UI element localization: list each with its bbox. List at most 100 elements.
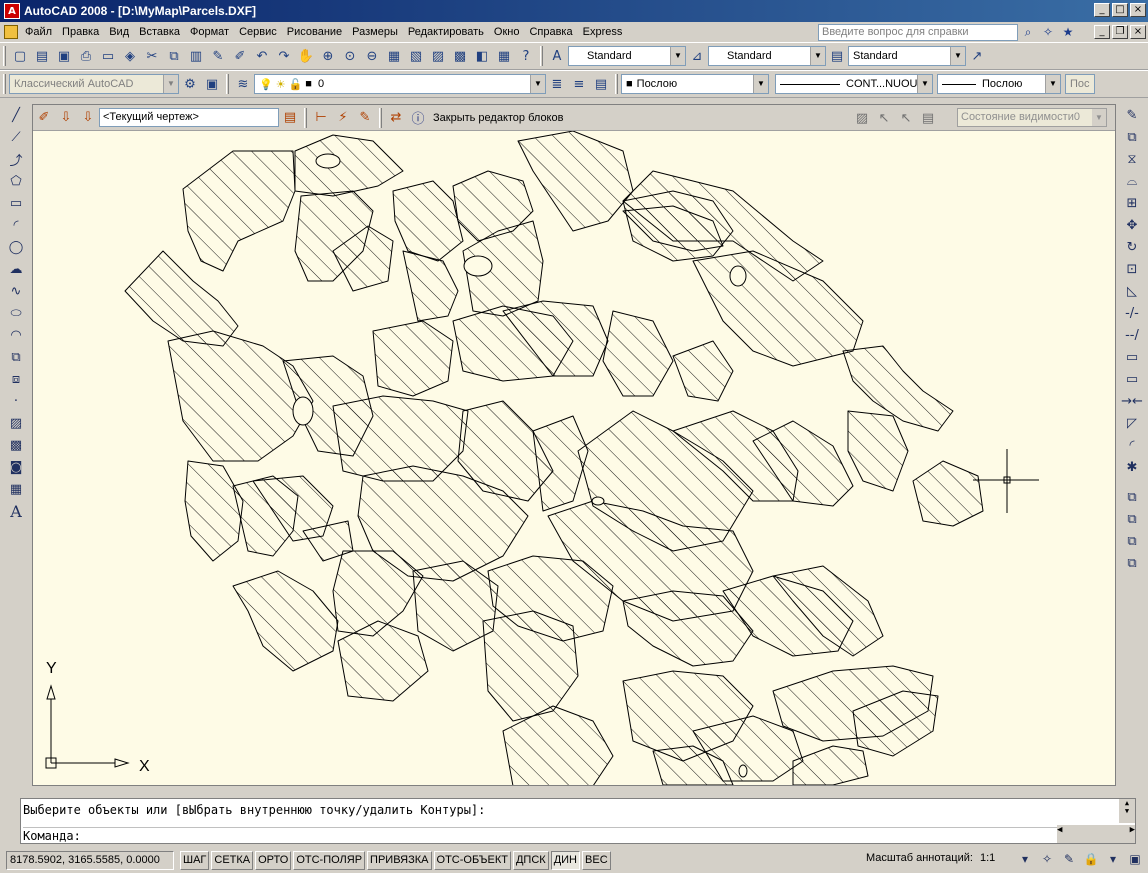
undo-icon[interactable]: ↶ [251, 45, 273, 67]
ellipse-arc-icon[interactable]: ◠ [5, 324, 27, 346]
close-button[interactable]: × [1130, 3, 1146, 17]
command-hscrollbar[interactable]: ◀ ▶ [1057, 825, 1135, 843]
move-icon[interactable]: ✥ [1121, 214, 1143, 236]
zoom-realtime-icon[interactable]: ⊕ [317, 45, 339, 67]
stretch-icon[interactable]: ◺ [1121, 280, 1143, 302]
point-icon[interactable]: · [5, 390, 27, 412]
chevron-down-icon[interactable]: ▼ [950, 47, 965, 65]
drawing-area[interactable]: ✐ ⇩ ⇩ <Текущий чертеж> ▤ ⊢ ⚡ ✎ ⇄ ⓘ Закры… [32, 104, 1116, 786]
layer-manager-icon[interactable]: ≋ [232, 73, 254, 95]
annotation-scale-value[interactable]: 1:1 [980, 852, 995, 864]
chevron-down-icon[interactable]: ▼ [670, 47, 685, 65]
draw-order-front-icon[interactable]: ⧉ [1121, 486, 1143, 508]
update-icon[interactable]: ⇄ [385, 107, 407, 129]
layer-previous-icon[interactable]: ≡ [568, 73, 590, 95]
explode-icon[interactable]: ✱ [1121, 456, 1143, 478]
spline-icon[interactable]: ∿ [5, 280, 27, 302]
make-invisible-icon[interactable]: ↖ [895, 107, 917, 129]
polar-tracking-toggle[interactable]: ОТС-ПОЛЯР [293, 851, 366, 870]
parcel-drawing[interactable]: Y X [33, 131, 1115, 785]
hatch-icon[interactable]: ▨ [5, 412, 27, 434]
chevron-down-icon[interactable]: ▼ [530, 75, 545, 93]
chevron-down-icon[interactable]: ▼ [1045, 75, 1060, 93]
menu-dimension[interactable]: Размеры [347, 26, 403, 38]
array-icon[interactable]: ⊞ [1121, 192, 1143, 214]
ellipse-icon[interactable]: ⬭ [5, 302, 27, 324]
erase-icon[interactable]: ✎ [1121, 104, 1143, 126]
lineweight-select[interactable]: Послою ▼ [937, 74, 1061, 94]
chevron-down-icon[interactable]: ▼ [917, 75, 932, 93]
chevron-down-icon[interactable]: ▼ [810, 47, 825, 65]
menu-edit[interactable]: Правка [57, 26, 104, 38]
current-drawing-field[interactable]: <Текущий чертеж> [99, 108, 279, 127]
match-properties-icon[interactable]: ✎ [207, 45, 229, 67]
rotate-icon[interactable]: ↻ [1121, 236, 1143, 258]
menu-format[interactable]: Формат [185, 26, 234, 38]
rectangle-icon[interactable]: ▭ [5, 192, 27, 214]
polyline-icon[interactable]: ⤴ [5, 148, 27, 170]
menu-view[interactable]: Вид [104, 26, 134, 38]
visibility-mode-icon[interactable]: ▨ [851, 107, 873, 129]
print-icon[interactable]: ⎙ [75, 45, 97, 67]
copy-icon[interactable]: ⧉ [163, 45, 185, 67]
scroll-left-icon[interactable]: ◀ [1057, 825, 1062, 843]
copy-object-icon[interactable]: ⧉ [1121, 126, 1143, 148]
ortho-toggle[interactable]: ОРТО [255, 851, 292, 870]
chevron-down-icon[interactable]: ▼ [753, 75, 768, 93]
table-style-icon[interactable]: ▤ [826, 45, 848, 67]
command-input[interactable]: Команда: [23, 827, 1057, 843]
chamfer-icon[interactable]: ◸ [1121, 412, 1143, 434]
doc-minimize-button[interactable]: _ [1094, 25, 1110, 39]
toolbar-lock-icon[interactable]: 🔒 [1082, 850, 1100, 868]
scale-icon[interactable]: ⊡ [1121, 258, 1143, 280]
cut-icon[interactable]: ✂ [141, 45, 163, 67]
grid-toggle[interactable]: СЕТКА [211, 851, 254, 870]
layer-select[interactable]: 💡 ☀ 🔓 ■ 0 ▼ [254, 74, 546, 94]
construction-line-icon[interactable]: ⟋ [5, 126, 27, 148]
save-block-as-icon[interactable]: ⇩ [77, 107, 99, 129]
menu-insert[interactable]: Вставка [134, 26, 185, 38]
break-at-point-icon[interactable]: ▭ [1121, 346, 1143, 368]
info-icon[interactable]: ⓘ [407, 107, 429, 129]
visibility-state-select[interactable]: Состояние видимости0 ▼ [957, 108, 1107, 127]
make-object-layer-current-icon[interactable]: ≣ [546, 73, 568, 95]
coordinates-readout[interactable]: 8178.5902, 3165.5585, 0.0000 [6, 851, 174, 870]
toolbar-grip[interactable] [615, 74, 618, 94]
menu-express[interactable]: Express [578, 26, 628, 38]
communication-center-icon[interactable]: ✧ [1040, 24, 1056, 40]
object-tracking-toggle[interactable]: ОТС-ОБЪЕКТ [433, 851, 511, 870]
workspace-save-icon[interactable]: ▣ [201, 73, 223, 95]
menu-modify[interactable]: Редактировать [403, 26, 489, 38]
auto-scale-icon[interactable]: ✧ [1038, 850, 1056, 868]
help-icon[interactable]: ? [515, 45, 537, 67]
clean-screen-icon[interactable]: ▣ [1126, 850, 1144, 868]
authoring-palettes-icon[interactable]: ▤ [279, 107, 301, 129]
pan-icon[interactable]: ✋ [295, 45, 317, 67]
revision-cloud-icon[interactable]: ☁ [5, 258, 27, 280]
menu-draw[interactable]: Рисование [282, 26, 347, 38]
publish-icon[interactable]: ◈ [119, 45, 141, 67]
close-block-editor-button[interactable]: Закрыть редактор блоков [433, 112, 563, 124]
snap-toggle[interactable]: ШАГ [180, 851, 210, 870]
trim-icon[interactable]: -/- [1121, 302, 1143, 324]
block-editor-icon[interactable]: ✐ [229, 45, 251, 67]
edit-block-icon[interactable]: ✐ [33, 107, 55, 129]
break-icon[interactable]: ▭ [1121, 368, 1143, 390]
annotation-scale-icon[interactable]: ✎ [1060, 850, 1078, 868]
menu-help[interactable]: Справка [524, 26, 577, 38]
menu-file[interactable]: Файл [20, 26, 57, 38]
maximize-button[interactable]: □ [1112, 3, 1128, 17]
tool-palettes-icon[interactable]: ▨ [427, 45, 449, 67]
circle-icon[interactable]: ◯ [5, 236, 27, 258]
extend-icon[interactable]: --/ [1121, 324, 1143, 346]
minimize-button[interactable]: _ [1094, 3, 1110, 17]
send-under-icon[interactable]: ⧉ [1121, 552, 1143, 574]
favorites-icon[interactable]: ★ [1060, 24, 1076, 40]
draw-order-back-icon[interactable]: ⧉ [1121, 508, 1143, 530]
chevron-down-icon[interactable]: ▼ [163, 75, 178, 93]
command-scrollbar[interactable]: ▲ ▼ [1119, 799, 1135, 823]
new-icon[interactable]: ▢ [9, 45, 31, 67]
make-block-icon[interactable]: ⧈ [5, 368, 27, 390]
menu-window[interactable]: Окно [489, 26, 525, 38]
sheet-set-icon[interactable]: ▩ [449, 45, 471, 67]
